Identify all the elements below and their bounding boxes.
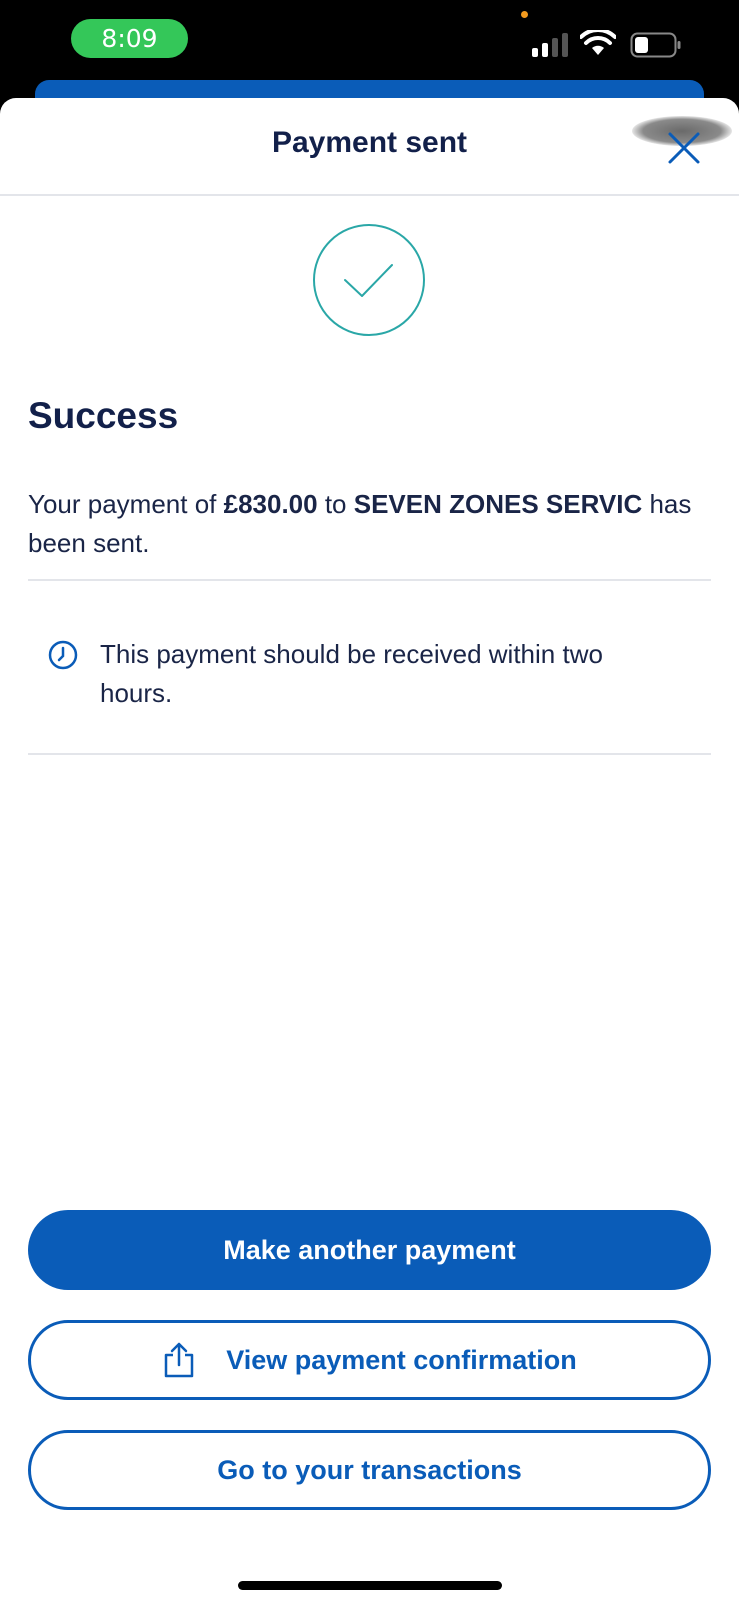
battery-icon <box>630 32 681 58</box>
go-to-transactions-label: Go to your transactions <box>217 1454 522 1485</box>
go-to-transactions-button[interactable]: Go to your transactions <box>28 1430 711 1510</box>
payment-message: Your payment of £830.00 to SEVEN ZONES S… <box>28 485 718 563</box>
delivery-info-text: This payment should be received within t… <box>100 639 603 708</box>
cellular-signal-icon <box>532 32 568 57</box>
status-bar: 8:09 <box>0 0 739 120</box>
make-another-payment-label: Make another payment <box>223 1234 516 1265</box>
payment-amount: £830.00 <box>223 489 318 519</box>
success-check-icon <box>313 224 425 336</box>
clock-icon <box>48 640 78 670</box>
sheet-header: Payment sent <box>0 98 739 196</box>
message-middle: to <box>317 489 354 519</box>
divider-bottom <box>28 753 711 755</box>
divider-top <box>28 579 711 581</box>
page-title: Payment sent <box>271 126 468 159</box>
payment-sent-sheet: Payment sent Success Your payment of £83… <box>0 98 739 1600</box>
home-indicator[interactable] <box>238 1581 502 1590</box>
share-icon <box>164 1342 194 1378</box>
view-payment-confirmation-button[interactable]: View payment confirmation <box>28 1320 711 1400</box>
payee-name: SEVEN ZONES SERVIC <box>353 489 643 519</box>
message-prefix: Your payment of <box>28 489 224 519</box>
close-icon[interactable] <box>662 126 706 170</box>
success-heading: Success <box>28 395 179 436</box>
wifi-icon <box>580 30 616 55</box>
make-another-payment-button[interactable]: Make another payment <box>28 1210 711 1290</box>
privacy-indicator-dot <box>521 11 528 18</box>
status-time: 8:09 <box>71 19 188 58</box>
view-payment-confirmation-label: View payment confirmation <box>226 1344 577 1375</box>
